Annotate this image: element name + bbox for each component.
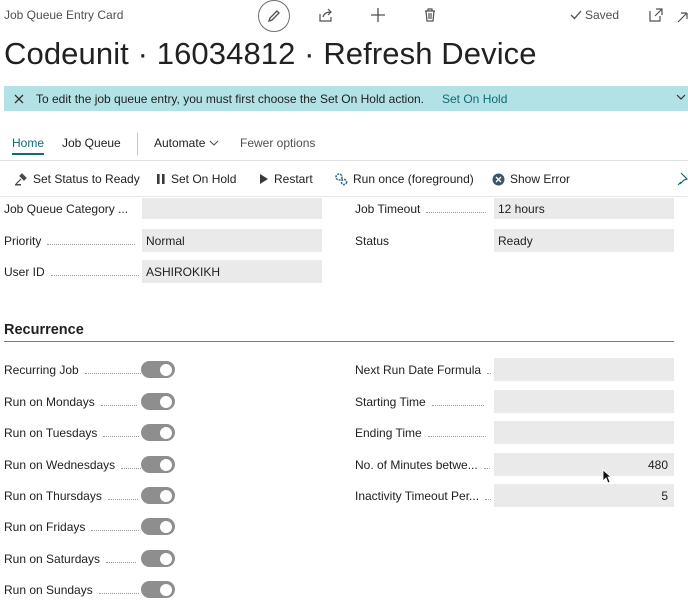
priority-label: Priority — [4, 234, 136, 248]
new-button[interactable] — [368, 5, 388, 25]
plus-icon — [371, 8, 385, 22]
status-label: Status — [355, 234, 390, 248]
delete-button[interactable] — [420, 5, 440, 25]
action-tabs: Home Job Queue Automate Fewer options — [0, 133, 688, 158]
action-label: Set On Hold — [171, 172, 237, 186]
collapse-arrows-icon — [677, 12, 688, 23]
divider — [0, 196, 688, 197]
tab-home[interactable]: Home — [12, 136, 44, 150]
tab-separator — [137, 133, 138, 155]
run-once-foreground-button[interactable]: Run once (foreground) — [334, 172, 474, 186]
run-on-saturdays-toggle[interactable] — [141, 550, 175, 567]
saved-label: Saved — [585, 8, 620, 22]
recurring-job-toggle[interactable] — [141, 361, 175, 378]
next-run-date-formula-label: Next Run Date Formula — [355, 363, 492, 377]
popout-icon — [649, 8, 663, 22]
action-label: Restart — [274, 172, 313, 186]
section-divider — [4, 341, 674, 342]
action-label: Set Status to Ready — [33, 172, 140, 186]
user-id-field: ASHIROKIKH — [142, 260, 322, 283]
job-timeout-label: Job Timeout — [355, 202, 487, 216]
chevron-down-icon[interactable] — [676, 91, 686, 105]
run-on-tuesdays-label: Run on Tuesdays — [4, 426, 140, 440]
action-label: Show Error — [510, 172, 571, 186]
priority-field[interactable]: Normal — [142, 229, 322, 252]
next-run-date-formula-field[interactable] — [494, 358, 674, 381]
restart-button[interactable]: Restart — [259, 172, 313, 186]
run-gears-icon — [335, 173, 348, 186]
banner-message: To edit the job queue entry, you must fi… — [36, 91, 424, 106]
run-on-wednesdays-toggle[interactable] — [141, 456, 175, 473]
set-on-hold-button[interactable]: Set On Hold — [156, 172, 236, 186]
collapse-button[interactable] — [676, 5, 688, 25]
inactivity-timeout-period-field[interactable]: 5 — [494, 484, 674, 507]
ending-time-label: Ending Time — [355, 426, 486, 440]
divider — [0, 160, 688, 161]
status-field: Ready — [494, 229, 674, 252]
show-error-button[interactable]: Show Error — [492, 172, 570, 186]
run-on-sundays-label: Run on Sundays — [4, 583, 139, 597]
error-icon — [492, 173, 505, 185]
user-id-label: User ID — [4, 265, 139, 279]
trash-icon — [425, 8, 435, 22]
pencil-icon — [267, 10, 280, 23]
fewer-options-button[interactable]: Fewer options — [240, 136, 315, 150]
run-on-fridays-toggle[interactable] — [141, 518, 175, 535]
job-queue-category-label: Job Queue Category ... — [4, 202, 129, 216]
starting-time-field[interactable] — [494, 390, 674, 413]
tab-job-queue[interactable]: Job Queue — [62, 136, 121, 150]
section-title-recurrence[interactable]: Recurrence — [4, 322, 84, 338]
run-on-tuesdays-toggle[interactable] — [141, 424, 175, 441]
action-label: Run once (foreground) — [353, 172, 474, 186]
set-status-icon — [15, 173, 27, 186]
minutes-between-runs-field[interactable]: 480 — [494, 453, 674, 476]
banner-set-on-hold-link[interactable]: Set On Hold — [442, 92, 507, 106]
open-in-new-window-button[interactable] — [648, 7, 664, 23]
run-on-thursdays-label: Run on Thursdays — [4, 489, 138, 503]
run-on-saturdays-label: Run on Saturdays — [4, 552, 137, 566]
set-status-to-ready-button[interactable]: Set Status to Ready — [14, 172, 140, 186]
chevron-down-icon — [209, 140, 219, 146]
minutes-between-runs-label: No. of Minutes betwe... — [355, 458, 490, 472]
job-queue-category-field[interactable] — [142, 198, 322, 219]
mouse-cursor-icon — [602, 469, 613, 490]
play-icon — [260, 174, 268, 184]
saved-status: Saved — [570, 8, 619, 22]
inactivity-timeout-period-label: Inactivity Timeout Per... — [355, 489, 492, 503]
ending-time-field[interactable] — [494, 421, 674, 444]
share-button[interactable] — [316, 5, 336, 25]
run-on-mondays-label: Run on Mondays — [4, 395, 137, 409]
run-on-thursdays-toggle[interactable] — [141, 487, 175, 504]
checkmark-icon — [570, 10, 582, 20]
pause-icon — [157, 174, 165, 184]
tab-automate-label: Automate — [154, 136, 206, 150]
tab-automate[interactable]: Automate — [154, 136, 219, 150]
page-title: Codeunit · 16034812 · Refresh Device — [4, 36, 537, 71]
edit-button[interactable] — [258, 0, 290, 32]
active-tab-indicator — [12, 153, 44, 155]
share-icon — [319, 8, 332, 22]
run-on-wednesdays-label: Run on Wednesdays — [4, 458, 142, 472]
run-on-mondays-toggle[interactable] — [141, 393, 175, 410]
run-on-fridays-label: Run on Fridays — [4, 520, 140, 534]
pin-button[interactable] — [677, 172, 688, 191]
recurring-job-label: Recurring Job — [4, 363, 141, 377]
run-on-sundays-toggle[interactable] — [141, 581, 175, 598]
pin-icon — [677, 172, 688, 186]
starting-time-label: Starting Time — [355, 395, 484, 409]
close-icon[interactable] — [14, 94, 28, 104]
notification-banner: To edit the job queue entry, you must fi… — [4, 86, 688, 111]
job-timeout-field[interactable]: 12 hours — [494, 198, 674, 219]
window-title: Job Queue Entry Card — [4, 8, 124, 22]
